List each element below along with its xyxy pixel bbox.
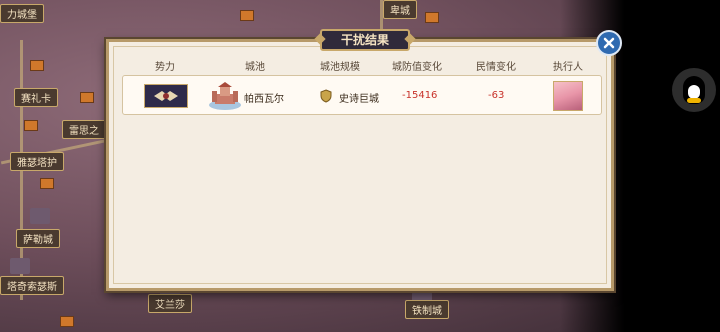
executor-avatar[interactable] (553, 81, 583, 111)
territory-flag (40, 178, 54, 189)
column-header-city: 城池 (245, 62, 265, 73)
territory-flag (240, 10, 254, 21)
territory-flag (30, 60, 44, 71)
city-scale-text: 史诗巨城 (339, 94, 379, 105)
map-city-label[interactable]: 萨勒城 (16, 229, 60, 248)
column-header-defense-change: 城防值变化 (392, 62, 442, 73)
territory-flag (60, 316, 74, 327)
column-header-morale-change: 民情变化 (476, 62, 516, 73)
map-city-label[interactable]: 塔奇索瑟斯 (0, 276, 64, 295)
map-city-label[interactable]: 艾兰莎 (148, 294, 192, 313)
interference-result-dialog: 干扰结果 势力 城池 城池规模 城防值变化 民情变化 执行人 帕西瓦尔 史诗巨城… (106, 29, 614, 291)
map-city-label[interactable]: 雅瑟塔护 (10, 152, 64, 171)
city-icon (209, 82, 241, 110)
territory-flag (80, 92, 94, 103)
column-header-executor: 执行人 (553, 62, 583, 73)
morale-change-value: -63 (488, 90, 505, 101)
close-icon (603, 37, 615, 49)
territory-flag (425, 12, 439, 23)
castle-icon[interactable] (30, 208, 50, 224)
column-header-faction: 势力 (155, 62, 175, 73)
qq-penguin-icon (683, 76, 705, 104)
map-city-label[interactable]: 赛礼卡 (14, 88, 58, 107)
dialog-title: 干扰结果 (320, 29, 410, 51)
faction-banner-icon (144, 84, 188, 108)
map-city-label[interactable]: 力城堡 (0, 4, 44, 23)
result-row: 帕西瓦尔 史诗巨城 -15416 -63 (122, 75, 602, 115)
shield-icon (320, 89, 332, 103)
table-header: 势力 城池 城池规模 城防值变化 民情变化 执行人 (109, 58, 611, 73)
map-city-label[interactable]: 雷思之 (62, 120, 106, 139)
territory-flag (24, 120, 38, 131)
map-city-label[interactable]: 卑城 (383, 0, 417, 19)
castle-icon[interactable] (10, 258, 30, 274)
column-header-city-scale: 城池规模 (320, 62, 360, 73)
defense-change-value: -15416 (402, 90, 438, 101)
city-name: 帕西瓦尔 (244, 94, 284, 105)
close-button[interactable] (596, 30, 622, 56)
qq-button[interactable] (672, 68, 716, 112)
map-city-label[interactable]: 铁制城 (405, 300, 449, 319)
